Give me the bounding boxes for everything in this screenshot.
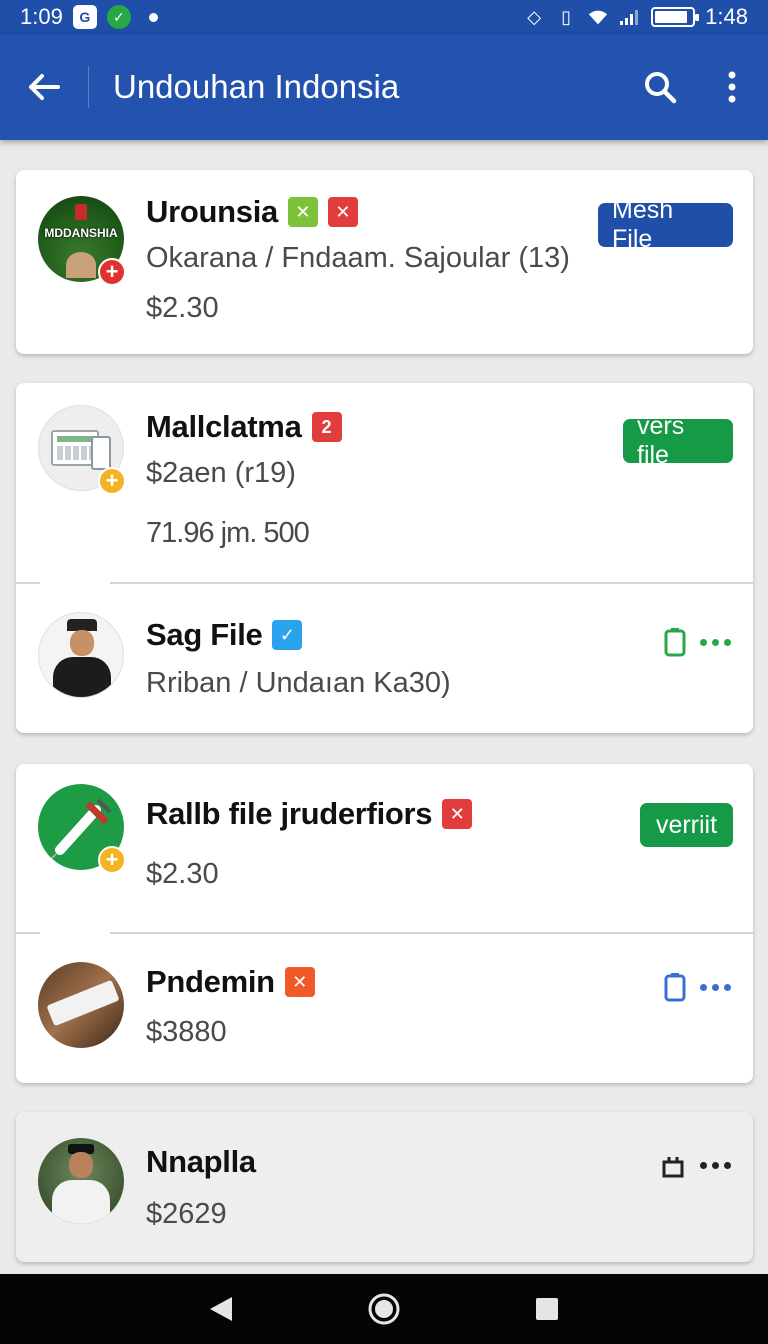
more-vertical-icon xyxy=(728,71,736,103)
list-card: MDDANSHIA + Urounsia ✕ ✕ Okarana / Fndaa… xyxy=(16,170,753,354)
item-title: Sag File xyxy=(146,617,263,652)
triangle-back-icon xyxy=(210,1297,233,1321)
overflow-menu-button[interactable] xyxy=(696,51,768,123)
close-icon[interactable]: ✕ xyxy=(284,967,315,997)
verify-button[interactable]: verriit xyxy=(640,803,733,847)
avatar xyxy=(38,1138,124,1224)
vers-file-button[interactable]: vers file xyxy=(623,412,733,469)
avatar xyxy=(38,612,124,698)
status-bar: 1:09 G ✓ ◇ ▯ 1:48 xyxy=(0,0,768,34)
more-horizontal-icon[interactable] xyxy=(700,1161,731,1169)
item-price: $2.30 xyxy=(146,292,219,324)
item-title: Pndemin xyxy=(146,964,275,999)
add-icon[interactable]: + xyxy=(98,846,126,874)
list-card: + Rallb file jruderfiors ✕ $2.30 verriit… xyxy=(16,764,753,1083)
more-horizontal-icon[interactable] xyxy=(700,638,731,646)
vibrate-icon: ▯ xyxy=(561,6,572,27)
add-icon[interactable]: + xyxy=(98,467,126,495)
status-time-left: 1:09 xyxy=(20,4,63,29)
close-icon[interactable]: ✕ xyxy=(442,799,473,829)
item-subtitle: $2aen (r19) xyxy=(146,457,296,489)
item-title: Nnaplla xyxy=(146,1144,256,1179)
add-icon[interactable]: + xyxy=(98,258,126,286)
app-notification-icon: G xyxy=(72,5,97,29)
verified-icon: ✓ xyxy=(272,620,303,650)
search-icon xyxy=(645,72,677,104)
avatar: + xyxy=(38,784,126,874)
square-recents-icon xyxy=(535,1298,558,1320)
list-item[interactable]: MDDANSHIA + Urounsia ✕ ✕ Okarana / Fndaa… xyxy=(16,170,753,354)
list-item[interactable]: Sag File ✓ Rriban / Undaıan Ka30) xyxy=(16,583,753,733)
device-icon[interactable] xyxy=(664,972,686,1002)
battery-level xyxy=(655,11,688,23)
back-button[interactable] xyxy=(0,34,88,140)
arrow-left-icon xyxy=(29,74,60,100)
circle-home-icon xyxy=(368,1293,400,1325)
item-price: $2629 xyxy=(146,1198,227,1230)
nav-back-button[interactable] xyxy=(191,1279,251,1339)
nav-home-button[interactable] xyxy=(354,1279,414,1339)
battery-icon xyxy=(651,7,700,27)
avatar-text: MDDANSHIA xyxy=(44,226,118,240)
device-icon[interactable] xyxy=(664,627,686,657)
list-item[interactable]: + Rallb file jruderfiors ✕ $2.30 verriit xyxy=(16,764,753,932)
share-icon[interactable] xyxy=(660,1152,686,1178)
navigation-bar xyxy=(0,1274,768,1344)
avatar xyxy=(38,962,124,1048)
avatar: + xyxy=(38,405,126,495)
app-bar: Undouhan Indonsia xyxy=(0,34,768,140)
app-bar-divider xyxy=(88,66,89,108)
item-subtitle: Okarana / Fndaam. Sajoular (13) xyxy=(146,242,570,274)
search-button[interactable] xyxy=(624,51,696,123)
list-item[interactable]: + Mallclatma 2 $2aen (r19) 71.96 jm. 500… xyxy=(16,383,753,583)
security-notification-icon: ✓ xyxy=(106,5,131,29)
item-price: $3880 xyxy=(146,1016,227,1048)
list-item[interactable]: Nnaplla $2629 xyxy=(16,1112,753,1262)
list-card: + Mallclatma 2 $2aen (r19) 71.96 jm. 500… xyxy=(16,383,753,733)
signal-icon xyxy=(619,8,641,26)
status-time-right: 1:48 xyxy=(705,4,748,29)
item-detail: 71.96 jm. 500 xyxy=(146,517,310,549)
item-title: Urounsia xyxy=(146,194,278,229)
item-subtitle: Rriban / Undaıan Ka30) xyxy=(146,667,451,699)
notification-dot-icon xyxy=(148,12,158,22)
item-title: Mallclatma xyxy=(146,409,302,444)
notification-count-badge: 2 xyxy=(311,412,342,442)
avatar: MDDANSHIA + xyxy=(38,196,126,286)
location-icon: ◇ xyxy=(527,6,542,27)
page-title: Undouhan Indonsia xyxy=(113,68,400,105)
nav-recents-button[interactable] xyxy=(517,1279,577,1339)
item-title: Rallb file jruderfiors xyxy=(146,796,433,831)
file-list: MDDANSHIA + Urounsia ✕ ✕ Okarana / Fndaa… xyxy=(0,140,768,1274)
mesh-file-button[interactable]: Mesh File xyxy=(598,196,733,253)
close-icon[interactable]: ✕ xyxy=(287,197,318,227)
list-card: Nnaplla $2629 xyxy=(16,1112,753,1262)
list-item[interactable]: Pndemin ✕ $3880 xyxy=(16,932,753,1083)
close-icon[interactable]: ✕ xyxy=(327,197,358,227)
wifi-icon xyxy=(587,8,609,26)
item-price: $2.30 xyxy=(146,858,219,890)
more-horizontal-icon[interactable] xyxy=(700,983,731,991)
